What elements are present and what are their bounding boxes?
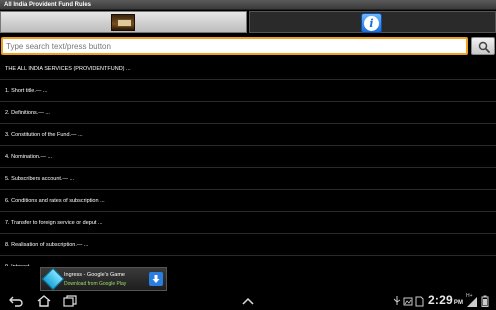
search-input[interactable] bbox=[1, 37, 468, 55]
ad-subtitle: Download from Google Play bbox=[64, 281, 127, 287]
list-item[interactable]: 4. Nomination.— ... bbox=[0, 146, 496, 168]
sd-card-icon bbox=[415, 296, 424, 307]
list-item[interactable]: THE ALL INDIA SERVICES (PROVIDENTFUND) .… bbox=[0, 58, 496, 80]
app-title: All India Provident Fund Rules bbox=[4, 2, 92, 8]
list-item[interactable]: 5. Subscribers account.— ... bbox=[0, 168, 496, 190]
toolbar: i bbox=[0, 10, 496, 34]
rules-list: THE ALL INDIA SERVICES (PROVIDENTFUND) .… bbox=[0, 58, 496, 266]
ad-banner: Ingress - Google's Game Download from Go… bbox=[0, 266, 208, 292]
battery-icon bbox=[481, 295, 489, 307]
chevron-up-icon bbox=[242, 297, 254, 305]
home-button[interactable] bbox=[36, 294, 52, 308]
book-icon bbox=[111, 14, 135, 31]
download-arrow-icon bbox=[152, 275, 160, 283]
back-button[interactable] bbox=[8, 294, 24, 308]
back-icon bbox=[9, 296, 23, 307]
image-notification-icon bbox=[403, 297, 413, 306]
search-button[interactable] bbox=[471, 37, 495, 55]
ad-title: Ingress - Google's Game bbox=[64, 272, 125, 278]
clock: 2:29PM bbox=[428, 293, 464, 307]
list-item[interactable]: 6. Conditions and rates of subscription … bbox=[0, 190, 496, 212]
list-item[interactable]: 7. Transfer to foreign service or deput … bbox=[0, 212, 496, 234]
usb-icon bbox=[393, 296, 401, 305]
download-button[interactable] bbox=[149, 272, 163, 286]
list-item[interactable]: 9. Interest.— ... bbox=[0, 256, 496, 266]
title-bar: All India Provident Fund Rules bbox=[0, 0, 496, 10]
ad-card[interactable]: Ingress - Google's Game Download from Go… bbox=[40, 267, 167, 291]
menu-up-button[interactable] bbox=[240, 294, 256, 308]
ingress-logo-icon bbox=[41, 267, 65, 291]
info-icon: i bbox=[361, 13, 382, 33]
search-icon bbox=[478, 41, 490, 53]
book-button[interactable] bbox=[0, 11, 247, 33]
list-item[interactable]: 1. Short title.— ... bbox=[0, 80, 496, 102]
home-icon bbox=[37, 295, 51, 307]
system-nav-bar: 2:29PM H+ bbox=[0, 292, 496, 310]
recent-apps-icon bbox=[63, 295, 77, 307]
list-item[interactable]: 3. Constitution of the Fund.— ... bbox=[0, 124, 496, 146]
signal-icon bbox=[467, 297, 477, 307]
info-button[interactable]: i bbox=[249, 11, 496, 33]
recent-apps-button[interactable] bbox=[62, 294, 78, 308]
search-row bbox=[0, 36, 496, 57]
list-item[interactable]: 2. Definitions.— ... bbox=[0, 102, 496, 124]
list-item[interactable]: 8. Realisation of subscription.— ... bbox=[0, 234, 496, 256]
